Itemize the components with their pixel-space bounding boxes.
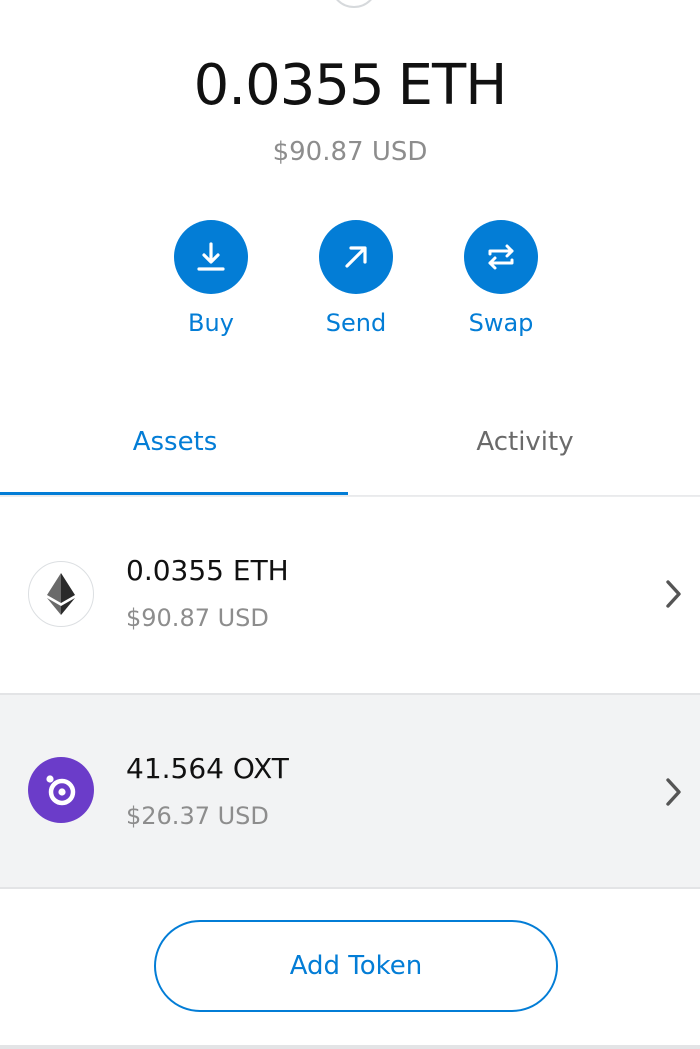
send-icon-circle[interactable] bbox=[319, 220, 393, 294]
account-identicon[interactable] bbox=[330, 0, 378, 8]
swap-icon-circle[interactable] bbox=[464, 220, 538, 294]
primary-balance: 0.0355 ETH bbox=[0, 54, 700, 118]
asset-row-eth[interactable]: 0.0355 ETH $90.87 USD bbox=[0, 497, 700, 693]
swap-icon bbox=[488, 244, 514, 270]
token-fiat-value: $90.87 USD bbox=[126, 604, 269, 632]
balance-unit: ETH bbox=[397, 53, 508, 118]
token-amount: 0.0355 ETH bbox=[126, 554, 289, 587]
balance-amount: 0.0355 bbox=[193, 53, 385, 118]
tab-assets[interactable]: Assets bbox=[0, 406, 350, 496]
token-amount: 41.564 OXT bbox=[126, 752, 289, 785]
tab-activity[interactable]: Activity bbox=[350, 406, 700, 496]
swap-button[interactable]: Swap bbox=[446, 220, 556, 338]
chevron-right-icon bbox=[666, 580, 681, 608]
send-button[interactable]: Send bbox=[301, 220, 411, 338]
chevron-right-icon bbox=[666, 778, 681, 806]
action-buttons: Buy Send Swap bbox=[0, 220, 700, 340]
secondary-balance: $90.87 USD bbox=[272, 137, 428, 167]
download-icon bbox=[197, 242, 225, 271]
buy-button[interactable]: Buy bbox=[156, 220, 266, 338]
send-label: Send bbox=[325, 309, 387, 337]
add-token-button[interactable]: Add Token bbox=[154, 920, 558, 1012]
token-fiat-value: $26.37 USD bbox=[126, 802, 269, 830]
bottom-divider bbox=[0, 1045, 700, 1049]
buy-label: Buy bbox=[188, 309, 234, 337]
arrow-up-right-icon bbox=[345, 246, 367, 268]
tab-bar: Assets Activity bbox=[0, 406, 700, 496]
buy-icon-circle[interactable] bbox=[174, 220, 248, 294]
swap-label: Swap bbox=[468, 309, 534, 337]
ethereum-icon bbox=[28, 561, 94, 627]
orchid-icon bbox=[28, 757, 94, 823]
asset-row-oxt[interactable]: 41.564 OXT $26.37 USD bbox=[0, 693, 700, 889]
wallet-page: 0.0355 ETH $90.87 USD Buy Send Swap Asse… bbox=[0, 0, 700, 1049]
